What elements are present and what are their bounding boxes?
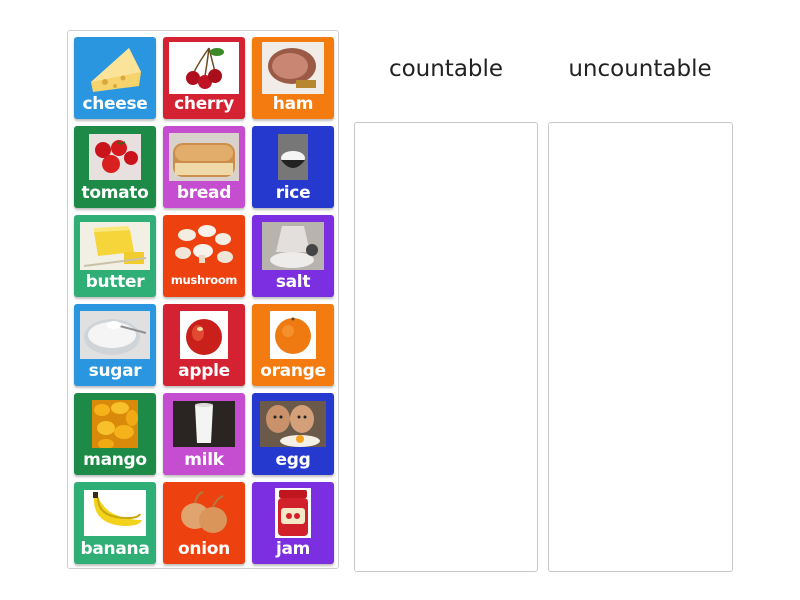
apple-icon — [169, 309, 239, 361]
cheese-icon — [80, 42, 150, 94]
card-label: banana — [80, 539, 150, 559]
tomato-icon — [80, 131, 150, 183]
card-onion[interactable]: onion — [163, 482, 245, 564]
card-label: jam — [275, 539, 311, 559]
card-bread[interactable]: bread — [163, 126, 245, 208]
card-ham[interactable]: ham — [252, 37, 334, 119]
orange-icon — [258, 309, 328, 361]
mushroom-icon — [169, 220, 239, 272]
card-label: onion — [178, 539, 230, 559]
card-jam[interactable]: jam — [252, 482, 334, 564]
card-rice[interactable]: rice — [252, 126, 334, 208]
card-banana[interactable]: banana — [74, 482, 156, 564]
card-mango[interactable]: mango — [74, 393, 156, 475]
banana-icon — [80, 487, 150, 539]
card-label: apple — [178, 361, 230, 381]
card-label: sugar — [88, 361, 142, 381]
milk-icon — [169, 398, 239, 450]
egg-icon — [258, 398, 328, 450]
card-label: orange — [260, 361, 326, 381]
mango-icon — [80, 398, 150, 450]
card-tomato[interactable]: tomato — [74, 126, 156, 208]
card-label: bread — [176, 183, 232, 203]
card-label: ham — [272, 94, 314, 114]
card-egg[interactable]: egg — [252, 393, 334, 475]
butter-icon — [80, 220, 150, 272]
ham-icon — [258, 42, 328, 94]
card-orange[interactable]: orange — [252, 304, 334, 386]
card-apple[interactable]: apple — [163, 304, 245, 386]
rice-icon — [258, 131, 328, 183]
card-butter[interactable]: butter — [74, 215, 156, 297]
card-sugar[interactable]: sugar — [74, 304, 156, 386]
jam-icon — [258, 487, 328, 539]
bread-icon — [169, 131, 239, 183]
card-label: milk — [184, 450, 224, 470]
dropzone-uncountable[interactable] — [548, 122, 733, 572]
cherry-icon — [169, 42, 239, 94]
onion-icon — [169, 487, 239, 539]
column-heading-uncountable: uncountable — [568, 56, 712, 82]
card-label: cherry — [174, 94, 234, 114]
card-cherry[interactable]: cherry — [163, 37, 245, 119]
card-label: cheese — [82, 94, 148, 114]
dropzone-countable[interactable] — [354, 122, 538, 572]
card-label: mushroom — [170, 273, 238, 287]
card-label: rice — [275, 183, 311, 203]
card-label: egg — [275, 450, 311, 470]
card-salt[interactable]: salt — [252, 215, 334, 297]
card-label: salt — [275, 272, 311, 292]
card-milk[interactable]: milk — [163, 393, 245, 475]
column-heading-countable: countable — [388, 56, 504, 82]
card-label: mango — [83, 450, 147, 470]
salt-icon — [258, 220, 328, 272]
card-label: tomato — [81, 183, 149, 203]
card-mushroom[interactable]: mushroom — [163, 215, 245, 297]
card-label: butter — [85, 272, 145, 292]
card-cheese[interactable]: cheese — [74, 37, 156, 119]
sugar-icon — [80, 309, 150, 361]
